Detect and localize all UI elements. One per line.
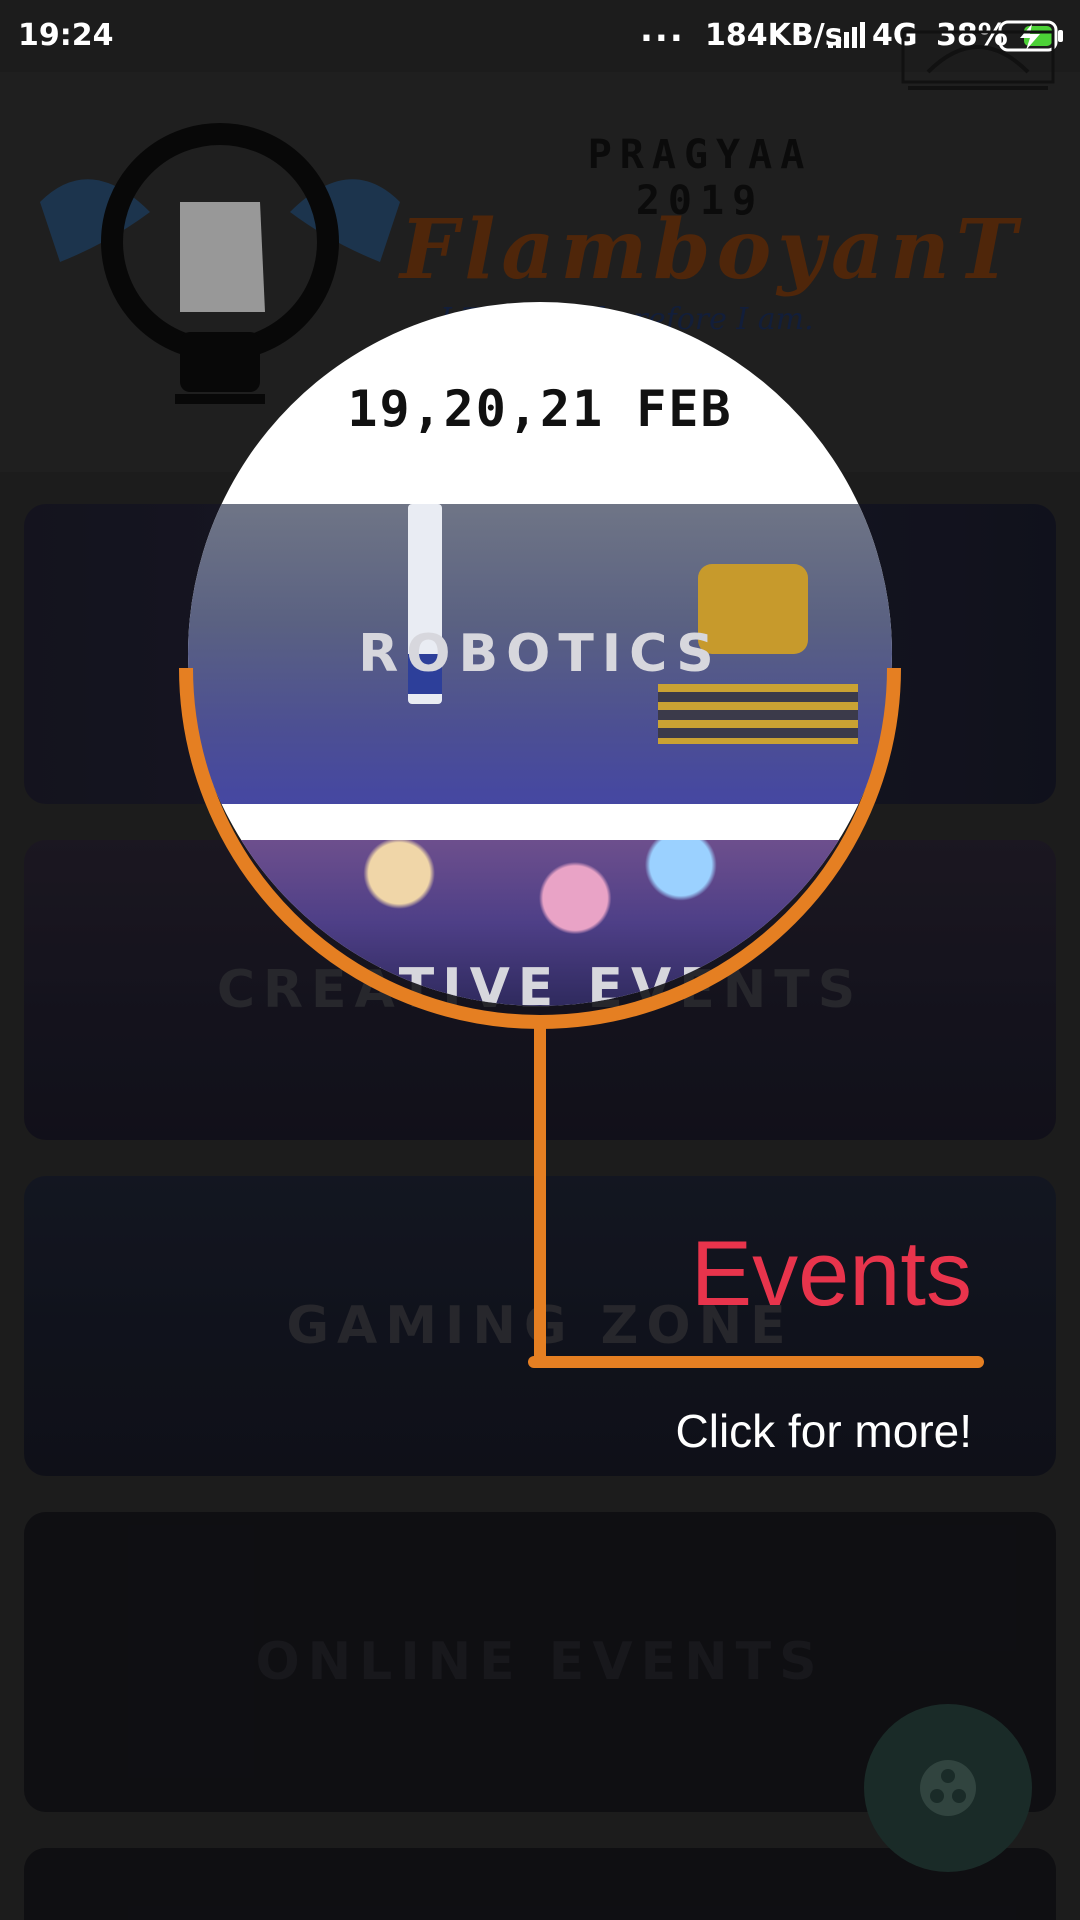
share-button[interactable] xyxy=(864,1704,1032,1872)
tutorial-pointer xyxy=(179,667,984,1368)
tutorial-title: Events xyxy=(690,1223,972,1325)
share-icon xyxy=(920,1760,976,1816)
app-screen: PRAGYAA 2019 FlamboyanT I Think . Theref… xyxy=(0,0,1080,1920)
tutorial-subtitle: Click for more! xyxy=(675,1405,972,1457)
